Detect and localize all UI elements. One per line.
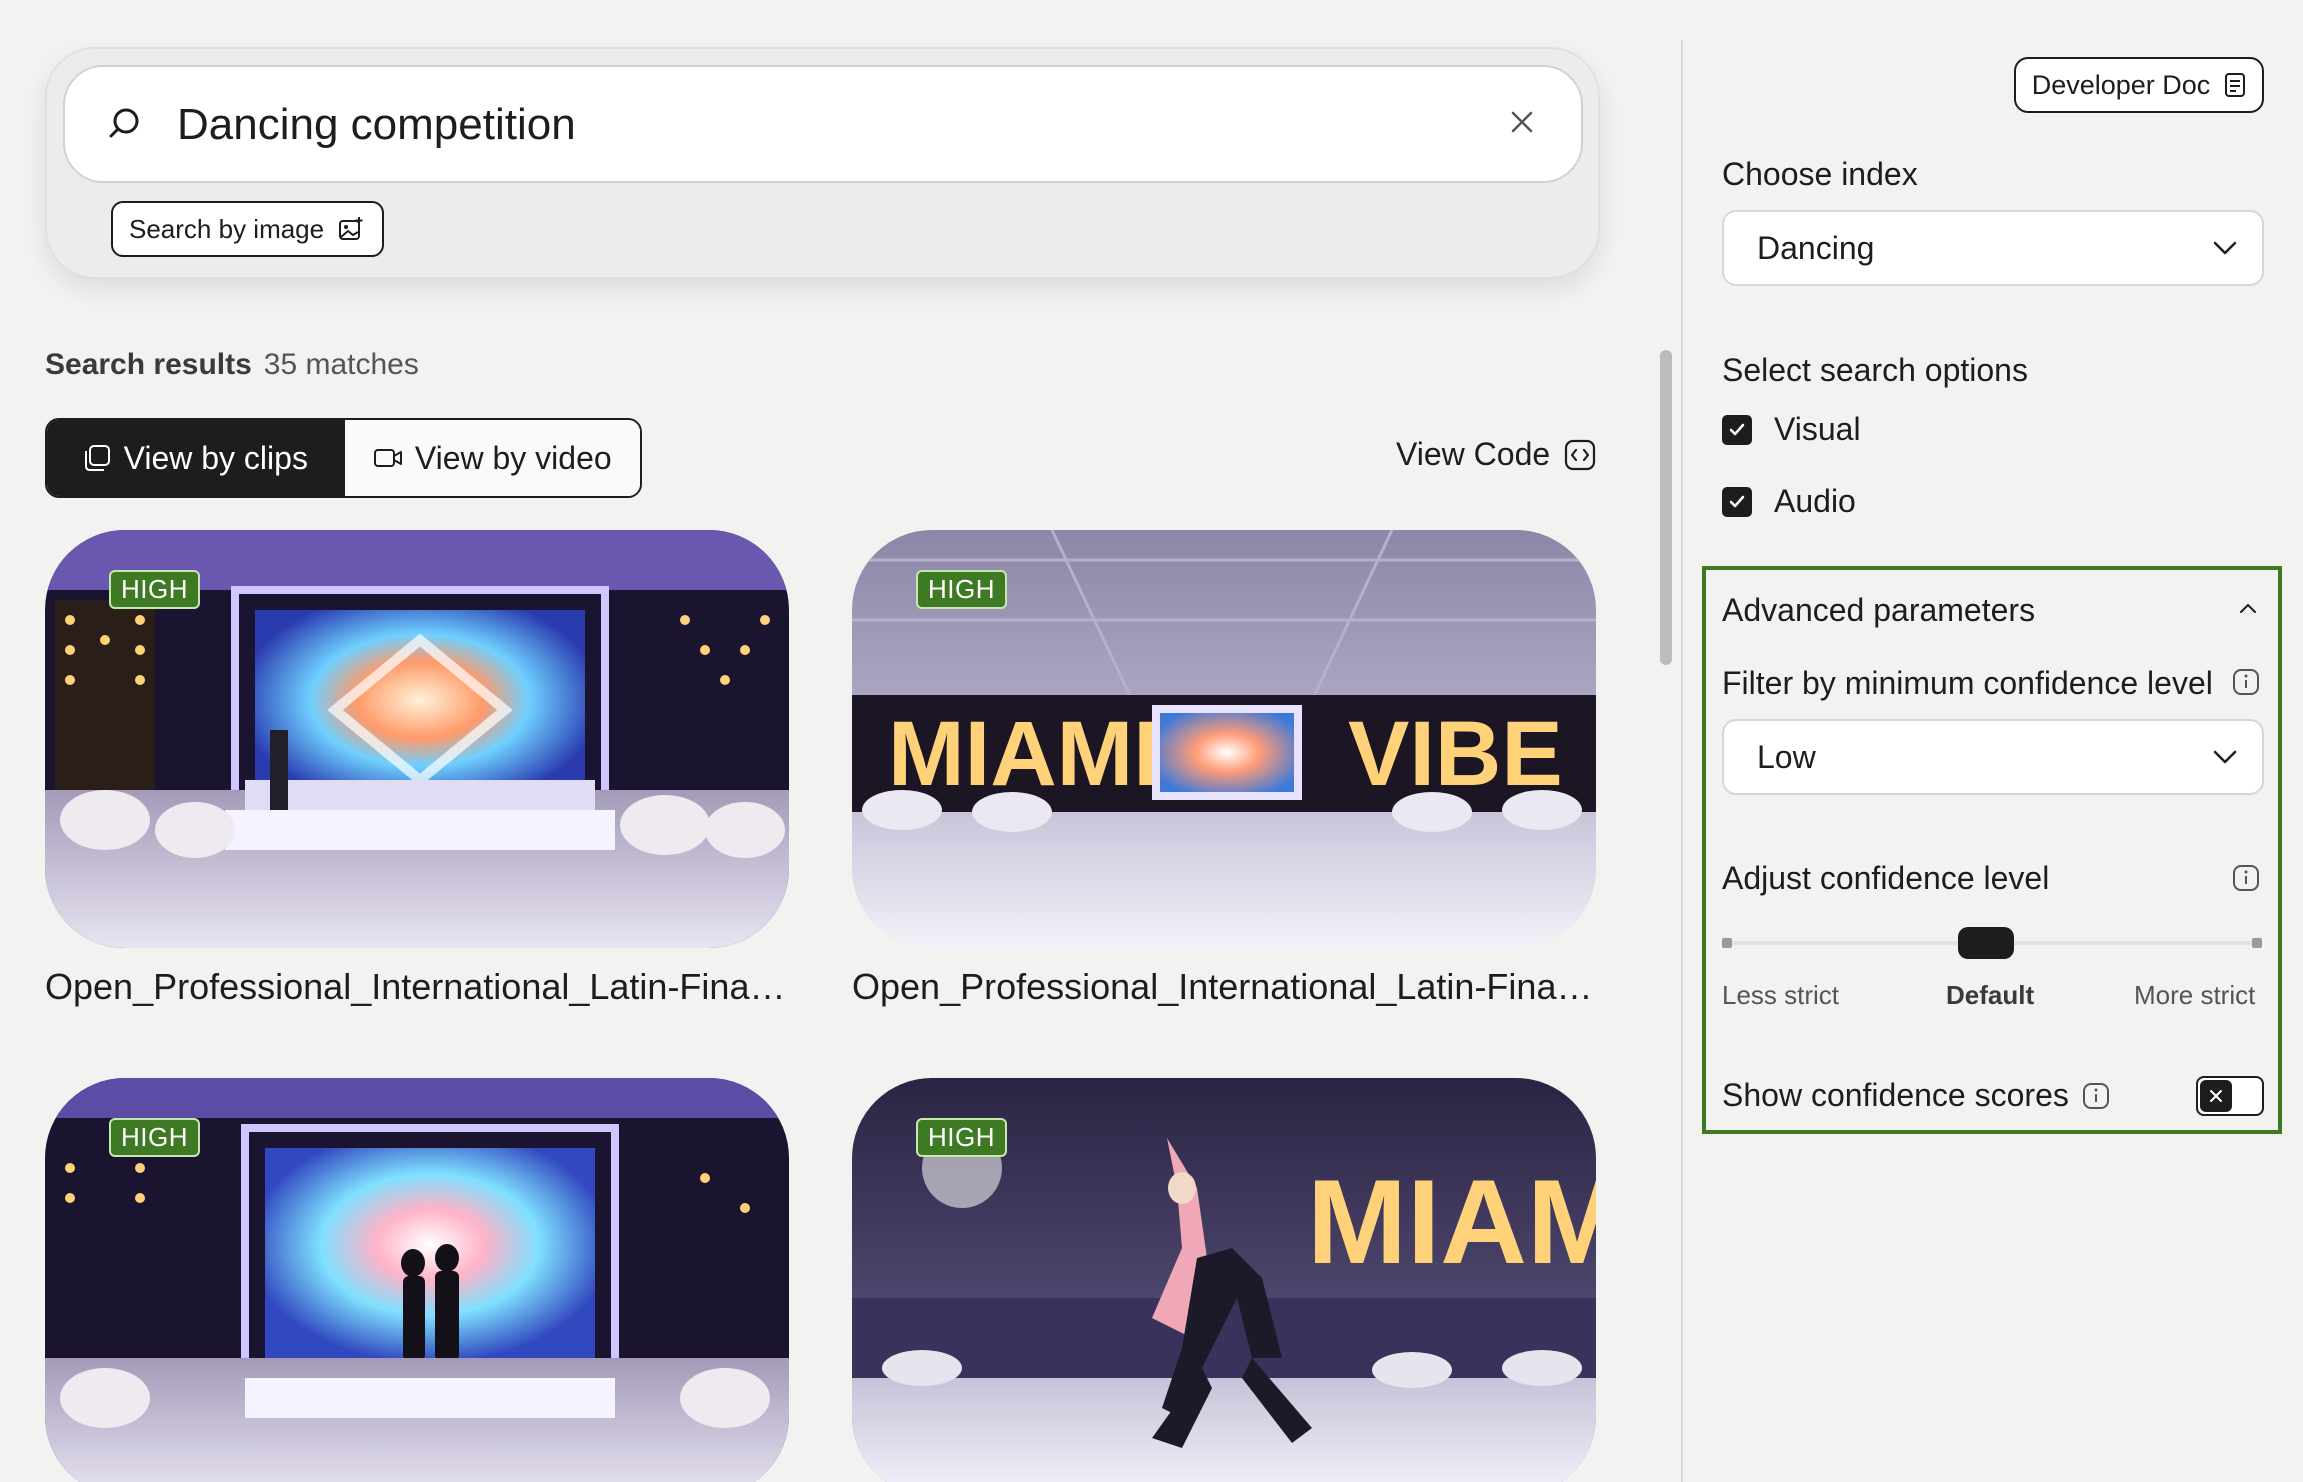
slider-tick-left bbox=[1722, 938, 1732, 948]
code-icon bbox=[1565, 439, 1596, 470]
confidence-slider-thumb[interactable] bbox=[1958, 927, 2014, 959]
advanced-parameters-title[interactable]: Advanced parameters bbox=[1722, 592, 2035, 629]
view-by-clips-button[interactable]: View by clips bbox=[47, 420, 343, 496]
close-icon bbox=[2210, 1090, 2222, 1102]
info-icon[interactable] bbox=[2082, 1082, 2110, 1110]
view-code-button[interactable]: View Code bbox=[1396, 436, 1596, 473]
visual-label: Visual bbox=[1774, 411, 1861, 447]
search-icon bbox=[109, 108, 139, 138]
clips-icon bbox=[84, 445, 110, 471]
option-audio[interactable]: Audio bbox=[1722, 483, 1856, 520]
filter-confidence-label: Filter by minimum confidence level bbox=[1722, 665, 2213, 701]
close-icon[interactable] bbox=[1507, 107, 1537, 137]
developer-doc-label: Developer Doc bbox=[2031, 69, 2211, 100]
confidence-badge: HIGH bbox=[916, 570, 1007, 609]
clip-title[interactable]: Open_Professional_International_Latin-Fi… bbox=[852, 966, 1596, 1008]
show-scores-toggle[interactable] bbox=[2196, 1076, 2264, 1116]
search-by-image-button[interactable]: Search by image bbox=[111, 201, 385, 257]
clip-thumbnail[interactable]: HIGH bbox=[45, 530, 789, 948]
clip-card[interactable]: HIGH Open_Professional_International_Lat… bbox=[45, 530, 789, 1008]
svg-text:MIAM: MIAM bbox=[1307, 1155, 1596, 1289]
developer-doc-button[interactable]: Developer Doc bbox=[2014, 57, 2264, 113]
search-input[interactable]: Dancing competition bbox=[177, 97, 576, 153]
index-select-value: Dancing bbox=[1757, 229, 1875, 266]
min-confidence-select[interactable]: Low bbox=[1722, 719, 2264, 795]
show-scores-label: Show confidence scores bbox=[1722, 1077, 2069, 1113]
choose-index-label: Choose index bbox=[1722, 156, 1918, 192]
results-count: 35 matches bbox=[263, 348, 419, 381]
document-icon bbox=[2225, 73, 2246, 97]
slider-label-more-strict: More strict bbox=[2134, 980, 2256, 1010]
video-camera-icon bbox=[373, 449, 402, 467]
results-header: Search results 35 matches bbox=[45, 348, 419, 382]
index-select[interactable]: Dancing bbox=[1722, 210, 2264, 286]
chevron-down-icon bbox=[2213, 750, 2237, 764]
toggle-knob bbox=[2200, 1080, 2232, 1112]
clip-card[interactable]: MIAMI VIBE HIGH Open_Professional_Interna… bbox=[852, 530, 1596, 1008]
clip-thumbnail[interactable]: HIGH bbox=[45, 1078, 789, 1482]
view-by-clips-label: View by clips bbox=[123, 439, 308, 476]
results-scrollbar[interactable] bbox=[1660, 350, 1672, 665]
search-options-label: Select search options bbox=[1722, 352, 2028, 388]
info-icon[interactable] bbox=[2232, 864, 2260, 892]
view-code-label: View Code bbox=[1396, 436, 1551, 472]
search-by-image-label: Search by image bbox=[129, 213, 325, 244]
info-icon[interactable] bbox=[2232, 668, 2260, 696]
clip-title[interactable]: Open_Professional_International_Latin-Fi… bbox=[45, 966, 789, 1008]
sidebar-divider bbox=[1681, 40, 1683, 1482]
svg-text:VIBE: VIBE bbox=[1348, 703, 1563, 805]
adjust-confidence-label: Adjust confidence level bbox=[1722, 860, 2050, 896]
slider-label-less-strict: Less strict bbox=[1722, 980, 1840, 1010]
visual-checkbox[interactable] bbox=[1722, 414, 1752, 445]
audio-label: Audio bbox=[1774, 483, 1856, 519]
slider-label-default: Default bbox=[1946, 980, 2035, 1010]
chevron-down-icon bbox=[2213, 241, 2237, 255]
slider-tick-right bbox=[2252, 938, 2262, 948]
clip-thumbnail[interactable]: MIAM HIGH bbox=[852, 1078, 1596, 1482]
checkmark-icon bbox=[1729, 495, 1745, 507]
results-title: Search results bbox=[45, 348, 252, 381]
advanced-parameters-panel bbox=[1702, 566, 2282, 1134]
confidence-badge: HIGH bbox=[109, 570, 200, 609]
search-box[interactable]: Dancing competition bbox=[63, 65, 1583, 183]
view-by-video-button[interactable]: View by video bbox=[342, 420, 640, 496]
clip-thumbnail[interactable]: MIAMI VIBE HIGH bbox=[852, 530, 1596, 948]
view-toggle: View by clips View by video bbox=[45, 418, 642, 498]
audio-checkbox[interactable] bbox=[1722, 486, 1752, 517]
search-panel: Dancing competition Search by image bbox=[45, 47, 1600, 279]
image-add-icon bbox=[339, 217, 363, 240]
view-by-video-label: View by video bbox=[414, 439, 612, 476]
confidence-badge: HIGH bbox=[916, 1118, 1007, 1157]
checkmark-icon bbox=[1729, 423, 1745, 435]
chevron-up-icon[interactable] bbox=[2238, 602, 2258, 614]
svg-text:MIAMI: MIAMI bbox=[888, 703, 1159, 805]
min-confidence-value: Low bbox=[1757, 738, 1816, 775]
option-visual[interactable]: Visual bbox=[1722, 411, 1861, 448]
clip-card[interactable]: HIGH bbox=[45, 1078, 789, 1482]
clip-card[interactable]: MIAM HIGH bbox=[852, 1078, 1596, 1482]
confidence-badge: HIGH bbox=[109, 1118, 200, 1157]
